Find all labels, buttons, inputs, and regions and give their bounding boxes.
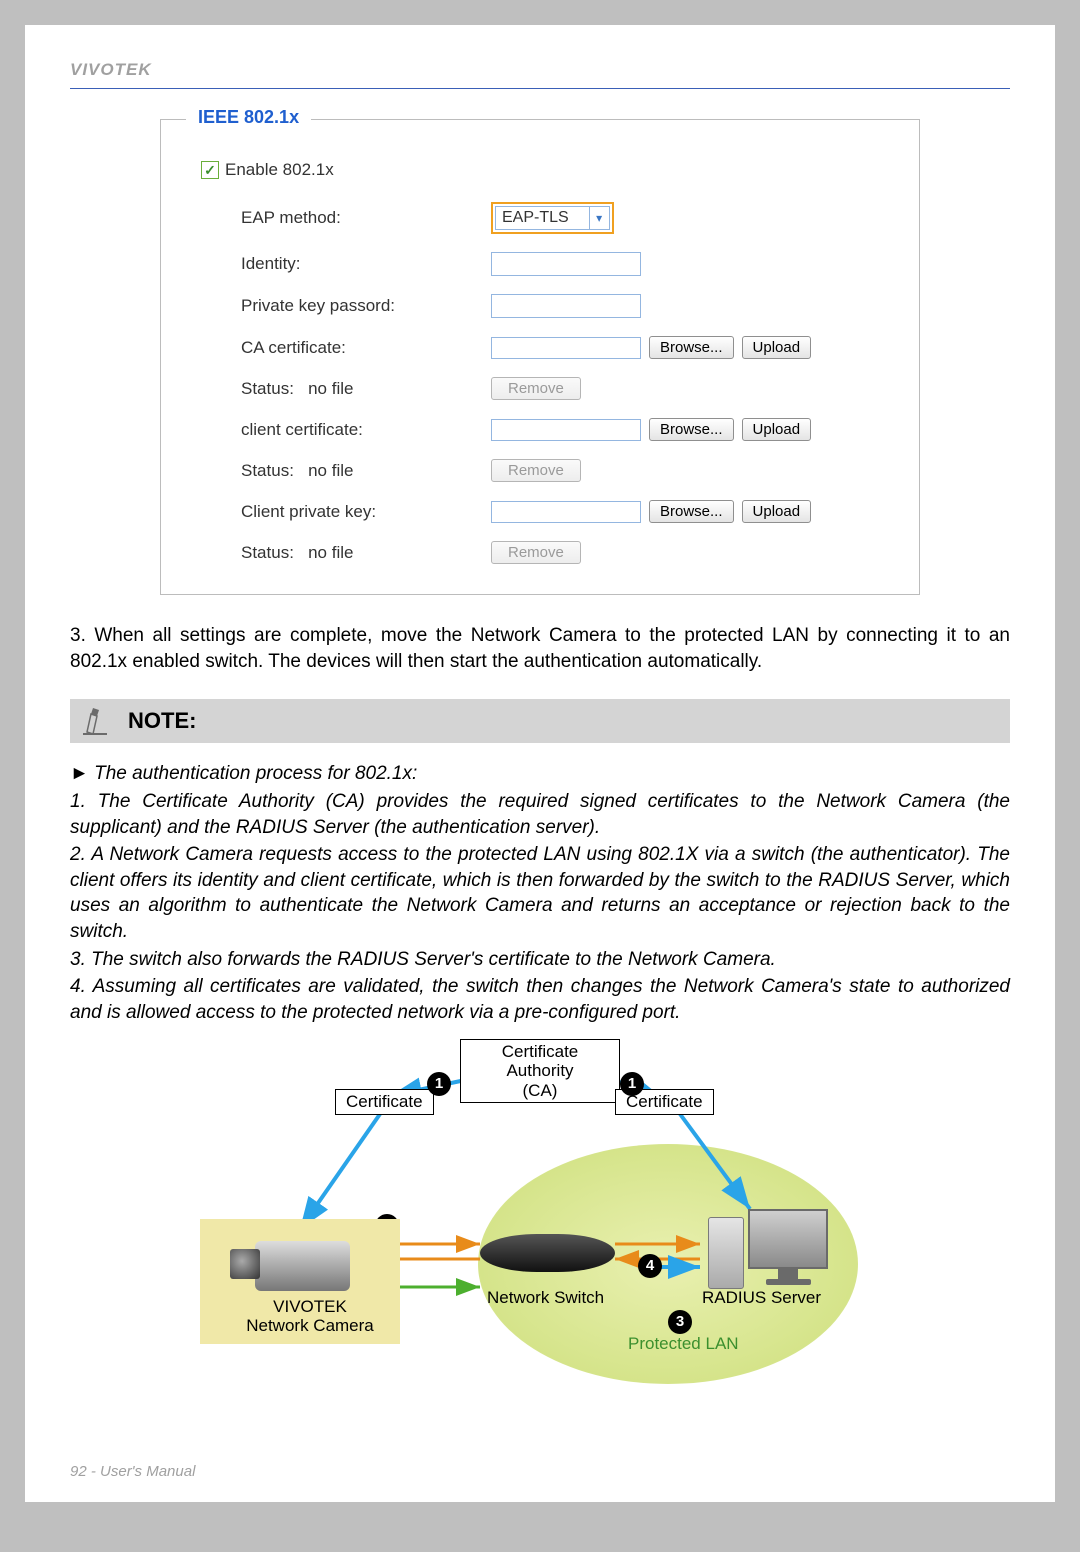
brand-header: VIVOTEK: [70, 60, 1010, 80]
note-step-3: 3. The switch also forwards the RADIUS S…: [70, 947, 1010, 973]
ca-box: Certificate Authority (CA): [460, 1039, 620, 1104]
eap-method-select[interactable]: EAP-TLS ▾: [495, 206, 610, 230]
client-pk-status-row: Status: no file Remove: [241, 541, 889, 564]
enable-8021x-row: ✓ Enable 802.1x: [201, 160, 889, 180]
server-label: RADIUS Server: [702, 1288, 821, 1308]
client-cert-status-row: Status: no file Remove: [241, 459, 889, 482]
badge-4: 4: [638, 1254, 662, 1278]
ca-cert-status-label: Status:: [241, 379, 294, 398]
client-pk-browse-button[interactable]: Browse...: [649, 500, 734, 523]
note-step-1: 1. The Certificate Authority (CA) provid…: [70, 789, 1010, 840]
eap-method-highlight: EAP-TLS ▾: [491, 202, 614, 234]
protected-lan-label: Protected LAN: [628, 1334, 739, 1354]
note-step-4: 4. Assuming all certificates are validat…: [70, 974, 1010, 1025]
ca-cert-browse-button[interactable]: Browse...: [649, 336, 734, 359]
badge-3: 3: [668, 1310, 692, 1334]
eap-method-value: EAP-TLS: [496, 209, 589, 227]
page-footer: 92 - User's Manual: [70, 1463, 195, 1480]
enable-8021x-label: Enable 802.1x: [225, 160, 334, 180]
badge-1-left: 1: [427, 1072, 451, 1096]
identity-label: Identity:: [241, 254, 491, 274]
identity-row: Identity:: [241, 252, 889, 276]
client-pk-status-value: no file: [308, 543, 353, 562]
certificate-left-box: Certificate: [335, 1089, 434, 1115]
ca-cert-status-row: Status: no file Remove: [241, 377, 889, 400]
note-step-2: 2. A Network Camera requests access to t…: [70, 842, 1010, 945]
client-pk-label: Client private key:: [241, 502, 491, 522]
client-cert-status-value: no file: [308, 461, 353, 480]
ca-cert-remove-button[interactable]: Remove: [491, 377, 581, 400]
enable-8021x-checkbox[interactable]: ✓: [201, 161, 219, 179]
client-cert-path-input[interactable]: [491, 419, 641, 441]
client-pk-remove-button[interactable]: Remove: [491, 541, 581, 564]
ca-cert-row: CA certificate: Browse... Upload: [241, 336, 889, 359]
note-intro: ► The authentication process for 802.1x:: [70, 761, 1010, 787]
client-pk-row: Client private key: Browse... Upload: [241, 500, 889, 523]
step-3-paragraph: 3. When all settings are complete, move …: [70, 623, 1010, 674]
switch-label: Network Switch: [487, 1288, 604, 1308]
private-key-password-label: Private key passord:: [241, 296, 491, 316]
ca-cert-status-value: no file: [308, 379, 353, 398]
private-key-password-input[interactable]: [491, 294, 641, 318]
pencil-icon: [82, 706, 108, 736]
badge-1-right: 1: [620, 1072, 644, 1096]
note-title: NOTE:: [128, 708, 196, 734]
ca-cert-upload-button[interactable]: Upload: [742, 336, 812, 359]
identity-input[interactable]: [491, 252, 641, 276]
client-cert-upload-button[interactable]: Upload: [742, 418, 812, 441]
client-pk-status-label: Status:: [241, 543, 294, 562]
camera-label: VIVOTEK Network Camera: [235, 1297, 385, 1336]
client-cert-browse-button[interactable]: Browse...: [649, 418, 734, 441]
note-bar: NOTE:: [70, 699, 1010, 743]
switch-icon: [480, 1234, 615, 1272]
ieee-8021x-fieldset: IEEE 802.1x ✓ Enable 802.1x EAP method: …: [160, 119, 920, 595]
client-cert-remove-button[interactable]: Remove: [491, 459, 581, 482]
camera-icon: [230, 1239, 350, 1294]
client-cert-label: client certificate:: [241, 420, 491, 440]
manual-page: VIVOTEK IEEE 802.1x ✓ Enable 802.1x EAP …: [25, 25, 1055, 1502]
header-rule: [70, 88, 1010, 89]
client-cert-row: client certificate: Browse... Upload: [241, 418, 889, 441]
private-key-password-row: Private key passord:: [241, 294, 889, 318]
eap-method-row: EAP method: EAP-TLS ▾: [241, 202, 889, 234]
eap-method-label: EAP method:: [241, 208, 491, 228]
chevron-down-icon: ▾: [589, 207, 609, 229]
ca-cert-label: CA certificate:: [241, 338, 491, 358]
ca-cert-path-input[interactable]: [491, 337, 641, 359]
client-pk-path-input[interactable]: [491, 501, 641, 523]
client-pk-upload-button[interactable]: Upload: [742, 500, 812, 523]
auth-process-diagram: Certificate Authority (CA) Certificate C…: [190, 1034, 890, 1434]
fieldset-legend: IEEE 802.1x: [186, 107, 311, 128]
note-body: ► The authentication process for 802.1x:…: [70, 761, 1010, 1025]
client-cert-status-label: Status:: [241, 461, 294, 480]
